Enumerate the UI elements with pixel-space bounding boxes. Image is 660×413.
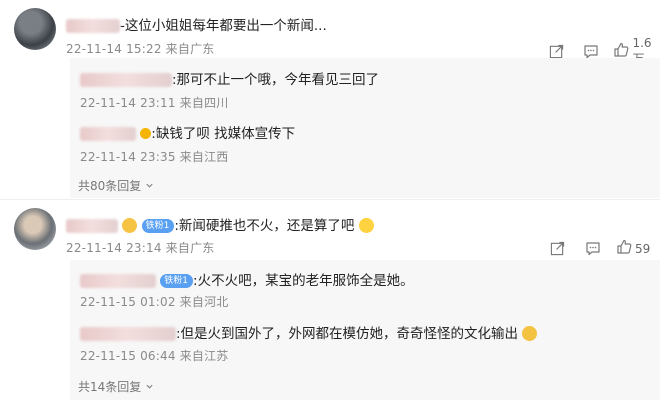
reply-meta: 22-11-14 23:35 来自江西 — [80, 150, 229, 164]
username[interactable] — [80, 274, 156, 288]
comment-icon[interactable] — [584, 241, 602, 256]
share-icon[interactable] — [548, 241, 566, 256]
reply-1-line: :那可不止一个哦，今年看见三回了 — [80, 68, 379, 88]
username[interactable] — [80, 127, 136, 141]
crying-emoji-icon — [358, 217, 374, 233]
comment-meta: 22-11-14 23:14 来自广东 — [66, 241, 215, 255]
like-icon — [616, 239, 632, 258]
reply-1-line: 铁粉1:火不火吧，某宝的老年服饰全是她。 — [80, 269, 414, 289]
reply-meta: 22-11-15 06:44 来自江苏 — [80, 349, 229, 363]
fan-badge: 铁粉1 — [160, 274, 194, 288]
reply-meta: 22-11-14 23:11 来自四川 — [80, 96, 229, 110]
chevron-down-icon — [145, 179, 154, 193]
comment-1-line: -这位小姐姐每年都要出一个新闻... — [66, 14, 327, 34]
comment-text: -这位小姐姐每年都要出一个新闻... — [120, 18, 327, 34]
verified-icon — [140, 127, 152, 139]
reply-list: 铁粉1:火不火吧，某宝的老年服饰全是她。 22-11-15 01:02 来自河北… — [70, 260, 660, 400]
view-more-replies[interactable]: 共14条回复 — [78, 378, 154, 395]
fan-badge: 铁粉1 — [141, 219, 175, 233]
username[interactable] — [66, 219, 118, 233]
reply-meta: 22-11-15 01:02 来自河北 — [80, 295, 229, 309]
divider — [0, 199, 660, 200]
reply-list: :那可不止一个哦，今年看见三回了 22-11-14 23:11 来自四川 :缺钱… — [70, 58, 660, 198]
like-count: 59 — [635, 241, 651, 256]
username[interactable] — [80, 327, 176, 341]
chevron-down-icon — [145, 380, 154, 394]
username[interactable] — [66, 19, 120, 33]
reply-2-line: :缺钱了呗 找媒体宣传下 — [80, 122, 295, 142]
reply-text: :那可不止一个哦，今年看见三回了 — [172, 72, 380, 88]
like-button[interactable]: 59 — [616, 239, 650, 258]
reply-text: :缺钱了呗 找媒体宣传下 — [151, 126, 296, 142]
emoji-icon — [122, 217, 138, 233]
share-icon[interactable] — [548, 44, 565, 59]
more-replies-label: 共14条回复 — [78, 380, 142, 394]
comment-meta: 22-11-14 15:22 来自广东 — [66, 42, 215, 56]
comment-text: :新闻硬推也不火，还是算了吧 — [174, 218, 355, 234]
reply-2-line: :但是火到国外了，外网都在模仿她，奇奇怪怪的文化输出 — [80, 322, 538, 342]
laughing-emoji-icon — [522, 325, 538, 341]
comment-2-line: 铁粉1:新闻硬推也不火，还是算了吧 — [66, 214, 374, 234]
avatar[interactable] — [14, 8, 56, 50]
view-more-replies[interactable]: 共80条回复 — [78, 177, 154, 194]
comment-icon[interactable] — [583, 44, 600, 59]
username[interactable] — [80, 73, 172, 87]
avatar[interactable] — [14, 208, 56, 250]
reply-text: :火不火吧，某宝的老年服饰全是她。 — [193, 273, 414, 289]
reply-text: :但是火到国外了，外网都在模仿她，奇奇怪怪的文化输出 — [176, 326, 519, 342]
more-replies-label: 共80条回复 — [78, 179, 142, 193]
comment-actions: 59 — [548, 239, 650, 258]
